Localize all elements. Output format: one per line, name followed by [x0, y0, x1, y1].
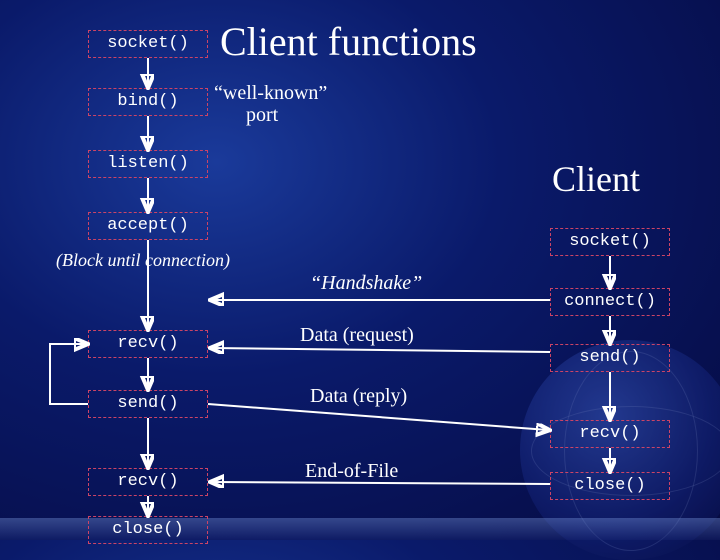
- handshake-label: “Handshake”: [310, 272, 422, 295]
- server-bind-box: bind(): [88, 88, 208, 116]
- reply-label: Data (reply): [310, 385, 407, 408]
- client-recv-box: recv(): [550, 420, 670, 448]
- client-socket-box: socket(): [550, 228, 670, 256]
- client-heading: Client: [552, 158, 640, 200]
- server-listen-box: listen(): [88, 150, 208, 178]
- client-send-box: send(): [550, 344, 670, 372]
- client-close-box: close(): [550, 472, 670, 500]
- wellknown-label-1: “well-known”: [214, 82, 327, 105]
- server-send-box: send(): [88, 390, 208, 418]
- block-note: (Block until connection): [56, 250, 230, 271]
- server-recv2-box: recv(): [88, 468, 208, 496]
- wellknown-label-2: port: [246, 104, 278, 127]
- eof-label: End-of-File: [305, 460, 398, 483]
- client-connect-box: connect(): [550, 288, 670, 316]
- request-label: Data (request): [300, 324, 414, 347]
- slide-title: Client functions: [220, 18, 477, 65]
- server-socket-box: socket(): [88, 30, 208, 58]
- server-recv1-box: recv(): [88, 330, 208, 358]
- server-accept-box: accept(): [88, 212, 208, 240]
